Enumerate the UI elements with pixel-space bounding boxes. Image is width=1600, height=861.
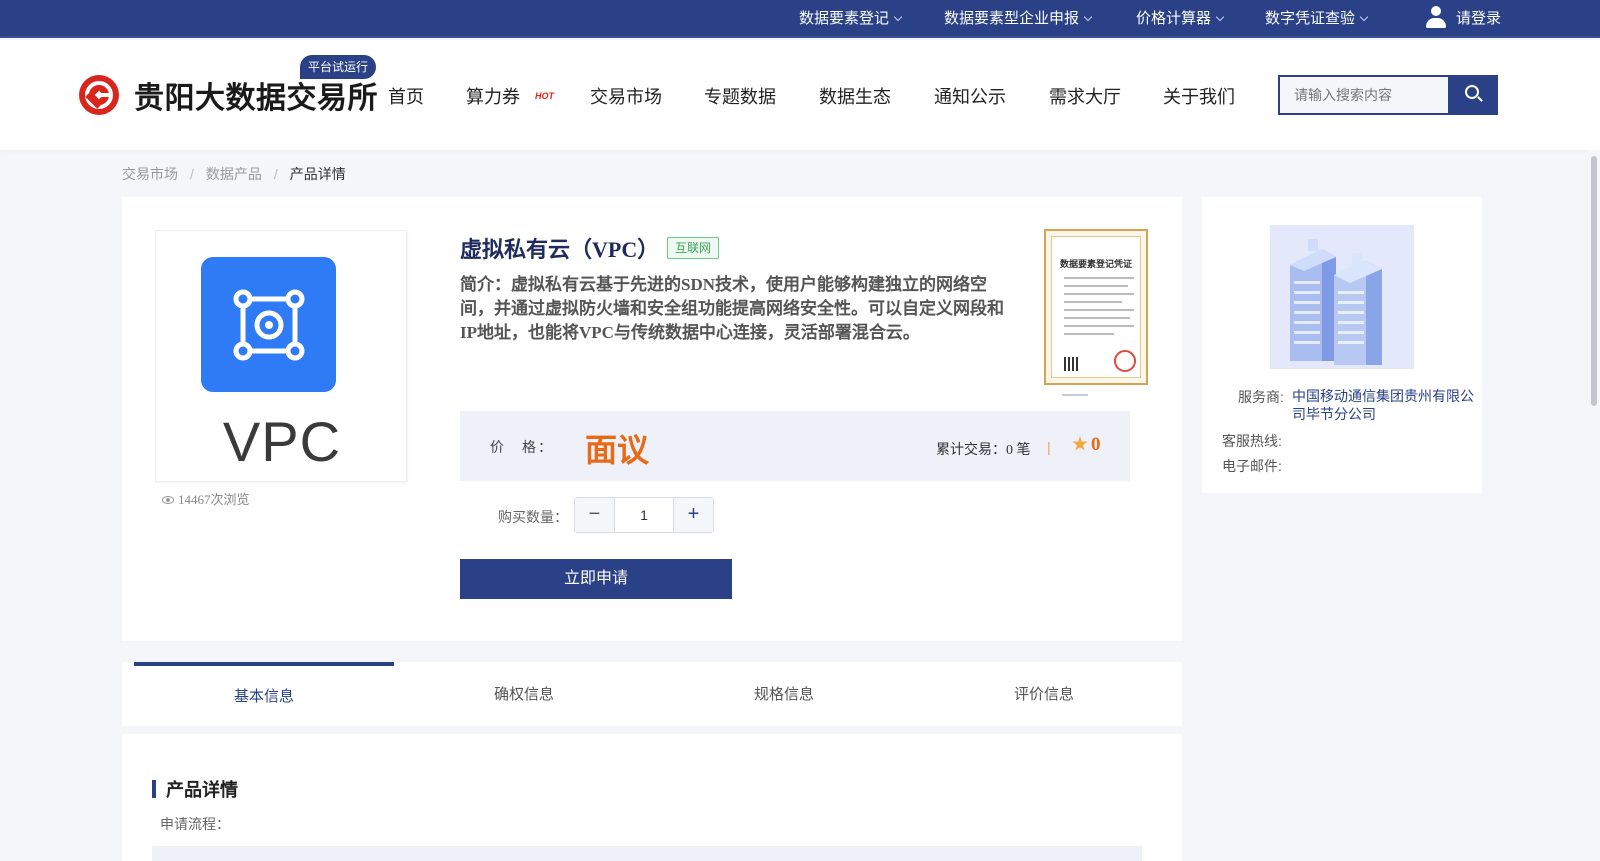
star-icon [1072, 436, 1088, 451]
tab-rights-info[interactable]: 确权信息 [394, 662, 654, 726]
brand-logo-icon[interactable] [79, 75, 119, 115]
breadcrumb-data-products[interactable]: 数据产品 [206, 166, 262, 182]
topbar-item-label: 数据要素型企业申报 [944, 10, 1080, 27]
vpc-icon [201, 257, 336, 392]
certificate-text-line [1064, 285, 1128, 287]
chevron-down-icon [1215, 12, 1225, 22]
nav-ecosystem[interactable]: 数据生态 [819, 83, 891, 109]
certificate-carousel-indicator[interactable] [1062, 394, 1088, 396]
topbar-item-price-calculator[interactable]: 价格计算器 [1136, 0, 1225, 38]
certificate-title: 数据要素登记凭证 [1059, 259, 1132, 269]
product-image: VPC [155, 230, 407, 482]
divider: | [1047, 439, 1051, 455]
login-label: 请登录 [1456, 10, 1502, 27]
main-header: 贵阳大数据交易所 平台试运行 首页 算力券 HOT 交易市场 专题数据 数据生态… [0, 40, 1600, 150]
certificate-text-line [1064, 309, 1134, 311]
topbar-item-voucher-check[interactable]: 数字凭证查验 [1265, 0, 1369, 38]
nav-about[interactable]: 关于我们 [1163, 83, 1235, 109]
topbar-item-enterprise-declare[interactable]: 数据要素型企业申报 [944, 0, 1093, 38]
topbar-item-data-registration[interactable]: 数据要素登记 [799, 0, 903, 38]
certificate-text-line [1064, 293, 1134, 295]
application-flow-label: 申请流程： [160, 816, 230, 832]
certificate-text-line [1064, 325, 1134, 327]
service-provider-label: 服务商: [1238, 389, 1284, 405]
breadcrumb-separator: / [190, 166, 194, 182]
user-icon [1426, 6, 1446, 29]
service-provider-link[interactable]: 中国移动通信集团贵州有限公司毕节分公司 [1292, 387, 1476, 423]
price-value: 面议 [585, 432, 650, 468]
product-card: VPC 14467次浏览 虚拟私有云（VPC） 互联网 简介：虚拟私有云基于先进… [122, 197, 1182, 641]
search-button[interactable] [1448, 75, 1498, 115]
login-link[interactable]: 请登录 [1426, 0, 1501, 38]
chevron-down-icon [893, 12, 903, 22]
tab-basic-info[interactable]: 基本信息 [134, 662, 394, 726]
topbar-item-label: 数字凭证查验 [1265, 10, 1356, 27]
section-title-accent [152, 780, 156, 798]
quantity-input[interactable] [615, 498, 673, 532]
breadcrumb-current: 产品详情 [289, 166, 346, 182]
breadcrumb-market[interactable]: 交易市场 [122, 166, 178, 182]
brand-name[interactable]: 贵阳大数据交易所 [134, 73, 378, 117]
section-title: 产品详情 [166, 780, 238, 800]
nav-compute-voucher[interactable]: 算力券 [466, 83, 520, 109]
trade-count: 累计交易：0 笔 [936, 443, 1031, 458]
hot-badge: HOT [535, 91, 554, 101]
breadcrumb: 交易市场 / 数据产品 / 产品详情 [122, 164, 346, 184]
chevron-down-icon [1359, 12, 1369, 22]
product-detail-section: 产品详情 申请流程： [122, 734, 1182, 861]
email-label: 电子邮件: [1222, 458, 1282, 474]
certificate-text-line [1064, 301, 1122, 303]
eye-icon [162, 496, 174, 505]
quantity-increase-button[interactable]: + [673, 498, 713, 532]
hotline-label: 客服热线: [1222, 433, 1282, 449]
buildings-illustration [1270, 225, 1414, 369]
registration-certificate[interactable]: 数据要素登记凭证 [1044, 229, 1148, 385]
certificate-body: 数据要素登记凭证 [1051, 236, 1141, 378]
view-count-text: 14467次浏览 [178, 492, 250, 507]
category-tag: 互联网 [667, 237, 720, 259]
topbar-item-label: 价格计算器 [1136, 10, 1212, 27]
qr-code-icon [1064, 357, 1078, 371]
price-panel: 价 格： 面议 累计交易：0 笔 | 0 [460, 411, 1130, 481]
nav-topic-data[interactable]: 专题数据 [704, 83, 776, 109]
seal-icon [1114, 350, 1136, 372]
tab-review-info[interactable]: 评价信息 [914, 662, 1174, 726]
product-title: 虚拟私有云（VPC） [460, 237, 660, 262]
quantity-label: 购买数量： [498, 509, 568, 525]
nav-home[interactable]: 首页 [388, 83, 424, 109]
quantity-stepper: − + [574, 497, 714, 533]
apply-now-button[interactable]: 立即申请 [460, 559, 732, 599]
product-image-text: VPC [222, 410, 342, 473]
provider-card: 服务商: 中国移动通信集团贵州有限公司毕节分公司 客服热线: 电子邮件: [1202, 197, 1482, 493]
search-icon-handle [1477, 96, 1483, 102]
quantity-decrease-button[interactable]: − [575, 498, 615, 532]
certificate-text-line [1064, 317, 1130, 319]
view-count: 14467次浏览 [162, 489, 250, 508]
certificate-text-line [1064, 277, 1134, 279]
topbar-item-label: 数据要素登记 [799, 10, 890, 27]
page-scrollbar-thumb[interactable] [1591, 156, 1597, 406]
breadcrumb-separator: / [273, 166, 278, 182]
application-flow-panel [152, 846, 1142, 861]
tab-spec-info[interactable]: 规格信息 [654, 662, 914, 726]
rating-value: 0 [1091, 434, 1101, 455]
price-label: 价 格： [490, 439, 554, 455]
top-utility-bar: 数据要素登记 数据要素型企业申报 价格计算器 数字凭证查验 请登录 [0, 0, 1600, 38]
info-tabs: 基本信息 确权信息 规格信息 评价信息 [122, 662, 1182, 726]
chevron-down-icon [1083, 12, 1093, 22]
product-intro: 简介：虚拟私有云基于先进的SDN技术，使用户能够构建独立的网络空间，并通过虚拟防… [460, 275, 1004, 342]
nav-notices[interactable]: 通知公示 [934, 83, 1006, 109]
trial-badge: 平台试运行 [300, 55, 377, 79]
certificate-text-line [1064, 333, 1114, 335]
nav-market[interactable]: 交易市场 [590, 83, 662, 109]
search-input[interactable] [1278, 75, 1448, 115]
nav-demand-hall[interactable]: 需求大厅 [1049, 83, 1121, 109]
